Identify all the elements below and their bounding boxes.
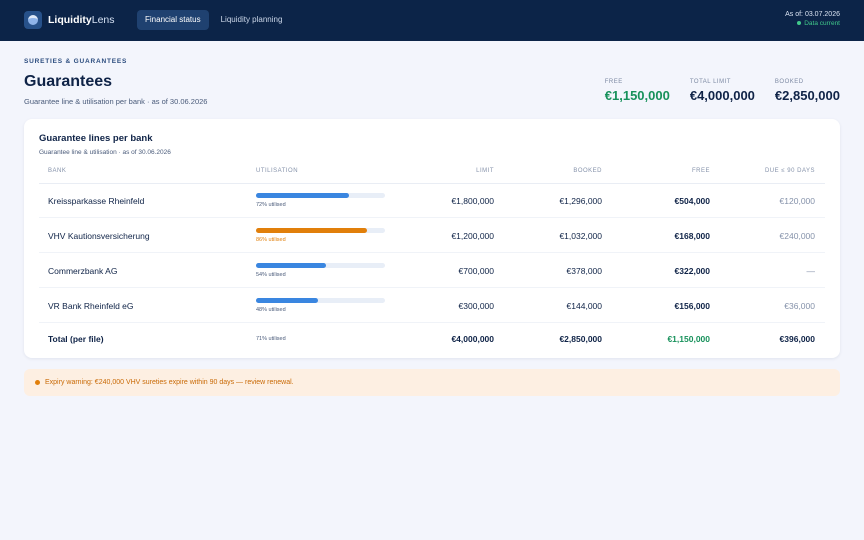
col-due[interactable]: DUE ≤ 90 DAYS: [715, 168, 815, 174]
col-booked[interactable]: BOOKED: [502, 168, 602, 174]
due-value: €120,000: [779, 196, 815, 206]
table-row[interactable]: Kreissparkasse Rheinfeld 72% utilised €1,8…: [39, 184, 825, 218]
col-bank[interactable]: BANK: [48, 168, 66, 174]
table-row[interactable]: VR Bank Rheinfeld eG 48% utilised €300,000…: [39, 289, 825, 323]
limit-value: €700,000: [458, 266, 494, 276]
total-booked: €2,850,000: [559, 334, 602, 344]
bank-name: VR Bank Rheinfeld eG: [48, 301, 134, 311]
bank-name: Kreissparkasse Rheinfeld: [48, 196, 145, 206]
col-limit[interactable]: LIMIT: [394, 168, 494, 174]
booked-value: €378,000: [566, 266, 602, 276]
utilisation-bar: [256, 193, 385, 198]
free-value: €168,000: [674, 231, 710, 241]
total-utilisation-label: 71% utilised: [256, 336, 286, 342]
booked-value: €1,296,000: [559, 196, 602, 206]
free-value: €504,000: [674, 196, 710, 206]
main-nav: Financial status Liquidity planning: [137, 10, 294, 30]
due-value: —: [806, 266, 816, 276]
total-free: €1,150,000: [667, 334, 710, 344]
warning-dot-icon: [35, 380, 40, 385]
utilisation-label: 54% utilised: [256, 272, 286, 278]
bank-name: VHV Kautionsversicherung: [48, 231, 150, 241]
total-due: €396,000: [779, 334, 815, 344]
page-title: Guarantees: [24, 73, 113, 90]
col-utilisation[interactable]: UTILISATION: [256, 168, 298, 174]
tab-financial-status[interactable]: Financial status: [137, 10, 209, 30]
free-value: €156,000: [674, 301, 710, 311]
expiry-warning[interactable]: Expiry warning: €240,000 VHV sureties ex…: [24, 369, 840, 396]
utilisation-bar: [256, 298, 385, 303]
expiry-warning-text: Expiry warning: €240,000 VHV sureties ex…: [45, 379, 294, 386]
utilisation-bar: [256, 228, 385, 233]
kpi-free: FREE €1,150,000: [604, 79, 670, 103]
limit-value: €300,000: [458, 301, 494, 311]
total-limit: €4,000,000: [451, 334, 494, 344]
limit-value: €1,200,000: [451, 231, 494, 241]
kpi-total-limit: TOTAL LIMIT €4,000,000: [689, 79, 755, 103]
table-row[interactable]: Commerzbank AG 54% utilised €700,000 €378,0…: [39, 254, 825, 288]
utilisation-bar-fill: [256, 263, 326, 268]
total-label: Total (per file): [48, 334, 104, 344]
total-row: Total (per file) 71% utilised €4,000,000…: [39, 322, 825, 356]
status-dot-icon: [797, 21, 802, 26]
limit-value: €1,800,000: [451, 196, 494, 206]
logo-icon: [24, 11, 42, 29]
table-row[interactable]: VHV Kautionsversicherung 86% utilised €1,2…: [39, 219, 825, 253]
booked-value: €144,000: [566, 301, 602, 311]
guarantee-lines-card: Guarantee lines per bank Guarantee line …: [24, 119, 840, 358]
app-logo[interactable]: LiquidityLens: [24, 11, 115, 29]
utilisation-bar-fill: [256, 298, 318, 303]
tab-liquidity-planning[interactable]: Liquidity planning: [213, 10, 291, 30]
utilisation-label: 72% utilised: [256, 202, 286, 208]
app-name: LiquidityLens: [48, 14, 115, 26]
utilisation-label: 86% utilised: [256, 237, 286, 243]
utilisation-bar-fill: [256, 193, 349, 198]
kpi-summary: FREE €1,150,000 TOTAL LIMIT €4,000,000 B…: [585, 79, 840, 103]
utilisation-label: 48% utilised: [256, 307, 286, 313]
section-eyebrow: SURETIES & GUARANTEES: [24, 58, 128, 65]
card-subtitle: Guarantee line & utilisation · as of 30.…: [39, 149, 171, 156]
utilisation-bar: [256, 263, 385, 268]
booked-value: €1,032,000: [559, 231, 602, 241]
due-value: €36,000: [784, 301, 815, 311]
data-status: As of: 03.07.2026 Data current: [785, 11, 840, 27]
bank-name: Commerzbank AG: [48, 266, 118, 276]
card-title: Guarantee lines per bank: [39, 133, 153, 144]
page-subtitle: Guarantee line & utilisation per bank · …: [24, 97, 208, 106]
due-value: €240,000: [779, 231, 815, 241]
top-bar: LiquidityLens Financial status Liquidity…: [0, 0, 864, 41]
col-free[interactable]: FREE: [610, 168, 710, 174]
utilisation-bar-fill: [256, 228, 367, 233]
as-of-date: As of: 03.07.2026: [785, 11, 840, 18]
kpi-booked: BOOKED €2,850,000: [774, 79, 840, 103]
live-indicator: Data current: [785, 20, 840, 27]
free-value: €322,000: [674, 266, 710, 276]
